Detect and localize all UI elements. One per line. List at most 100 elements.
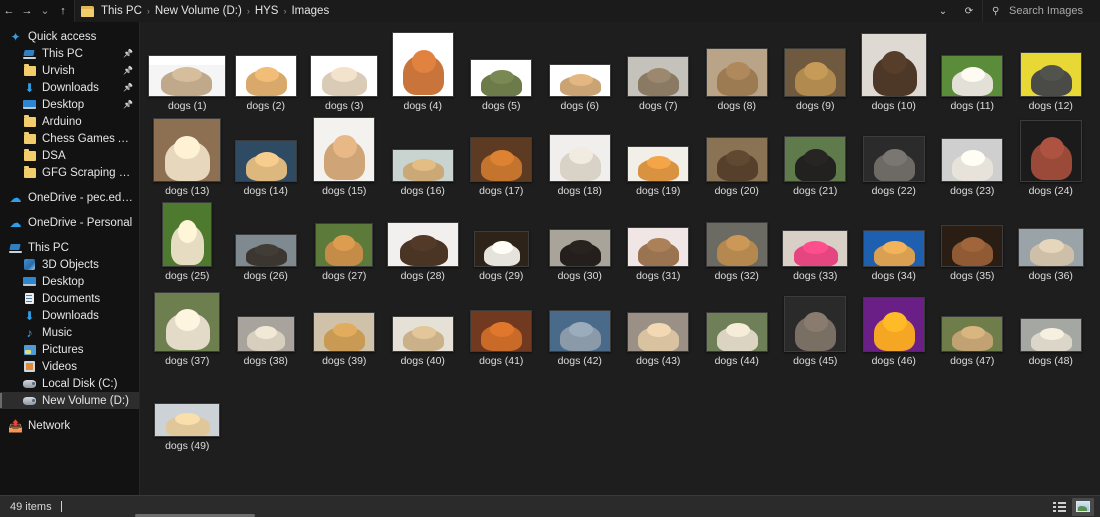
file-tile[interactable]: dogs (8) — [698, 30, 777, 115]
file-tile[interactable]: dogs (44) — [698, 285, 777, 370]
file-tile[interactable]: dogs (43) — [619, 285, 698, 370]
file-tile[interactable]: dogs (21) — [776, 115, 855, 200]
file-tile[interactable]: dogs (12) — [1012, 30, 1091, 115]
file-tile[interactable]: dogs (36) — [1012, 200, 1091, 285]
pictures-icon — [22, 342, 37, 357]
file-thumbnail — [548, 310, 611, 352]
sidebar-item-videos[interactable]: Videos — [0, 358, 139, 375]
file-tile[interactable]: dogs (38) — [227, 285, 306, 370]
sidebar-item-label: Network — [28, 419, 71, 432]
file-tile[interactable]: dogs (28) — [384, 200, 463, 285]
up-one-level-arrow-up-icon[interactable]: ↑ — [54, 0, 72, 22]
pin-icon[interactable]: 📌 — [123, 83, 133, 92]
file-tile[interactable]: dogs (40) — [384, 285, 463, 370]
pin-icon[interactable]: 📌 — [123, 100, 133, 109]
file-thumbnail — [1019, 120, 1082, 182]
search-icon: ⚲ — [992, 5, 1000, 17]
file-tile[interactable]: dogs (32) — [698, 200, 777, 285]
sidebar-item-arduino[interactable]: Arduino — [0, 113, 139, 130]
file-tile[interactable]: dogs (47) — [933, 285, 1012, 370]
file-tile[interactable]: dogs (37) — [148, 285, 227, 370]
file-tile[interactable]: dogs (46) — [855, 285, 934, 370]
file-list-pane[interactable]: dogs (1) dogs (2) dogs (3) dogs (4) dogs (5)… — [140, 22, 1100, 495]
file-tile[interactable]: dogs (33) — [776, 200, 855, 285]
recent-locations-chevron-down-icon[interactable]: ⌄ — [36, 0, 54, 22]
sidebar-item-music[interactable]: ♪ Music — [0, 324, 139, 341]
file-tile[interactable]: dogs (3) — [305, 30, 384, 115]
breadcrumb-item[interactable]: HYS — [251, 0, 283, 22]
file-tile[interactable]: dogs (45) — [776, 285, 855, 370]
forward-icon[interactable]: → — [18, 0, 36, 22]
sidebar-item-desktop[interactable]: Desktop 📌 — [0, 96, 139, 113]
file-thumbnail — [782, 230, 849, 267]
file-tile[interactable]: dogs (29) — [462, 200, 541, 285]
address-bar[interactable]: This PC › New Volume (D:) › HYS › Images ⌄ ⟳ — [74, 0, 982, 22]
sidebar-item-dsa[interactable]: DSA — [0, 147, 139, 164]
sidebar-item-pictures[interactable]: Pictures — [0, 341, 139, 358]
file-tile[interactable]: dogs (9) — [776, 30, 855, 115]
sidebar-item-urvish[interactable]: Urvish 📌 — [0, 62, 139, 79]
sidebar-item-downloads[interactable]: ⬇ Downloads 📌 — [0, 79, 139, 96]
file-tile[interactable]: dogs (27) — [305, 200, 384, 285]
pin-icon[interactable]: 📌 — [123, 49, 133, 58]
file-tile[interactable]: dogs (22) — [855, 115, 934, 200]
file-tile[interactable]: dogs (2) — [227, 30, 306, 115]
file-tile[interactable]: dogs (11) — [933, 30, 1012, 115]
file-tile[interactable]: dogs (13) — [148, 115, 227, 200]
file-tile[interactable]: dogs (35) — [933, 200, 1012, 285]
sidebar-item-chess-games-analysis[interactable]: Chess Games Analysis — [0, 130, 139, 147]
sidebar-item-downloads[interactable]: ⬇ Downloads — [0, 307, 139, 324]
file-tile[interactable]: dogs (23) — [933, 115, 1012, 200]
sidebar-item-network[interactable]: 📤 Network — [0, 417, 139, 434]
thumbnail-container — [933, 32, 1012, 97]
file-tile[interactable]: dogs (42) — [541, 285, 620, 370]
file-tile[interactable]: dogs (26) — [227, 200, 306, 285]
thumbnail-container — [619, 202, 698, 267]
breadcrumb-item[interactable]: New Volume (D:) — [151, 0, 246, 22]
sidebar-item-quick-access[interactable]: ✦ Quick access — [0, 28, 139, 45]
pin-icon[interactable]: 📌 — [123, 66, 133, 75]
sidebar-item-new-volume-d[interactable]: New Volume (D:) — [0, 392, 139, 409]
breadcrumb-item[interactable]: Images — [287, 0, 333, 22]
file-tile[interactable]: dogs (31) — [619, 200, 698, 285]
sidebar-item-3d-objects[interactable]: 3D Objects — [0, 256, 139, 273]
file-tile[interactable]: dogs (48) — [1012, 285, 1091, 370]
file-tile[interactable]: dogs (49) — [148, 370, 227, 455]
sidebar-item-gfg-scraping-reddit[interactable]: GFG Scraping Reddit — [0, 164, 139, 181]
refresh-icon[interactable]: ⟳ — [956, 0, 982, 22]
file-tile[interactable]: dogs (16) — [384, 115, 463, 200]
file-tile[interactable]: dogs (17) — [462, 115, 541, 200]
file-tile[interactable]: dogs (18) — [541, 115, 620, 200]
sidebar-item-onedrive-pec-edu-in[interactable]: ☁ OneDrive - pec.edu.in — [0, 189, 139, 206]
file-tile[interactable]: dogs (34) — [855, 200, 934, 285]
sidebar-item-this-pc[interactable]: This PC — [0, 239, 139, 256]
file-tile[interactable]: dogs (6) — [541, 30, 620, 115]
sidebar-item-this-pc[interactable]: This PC 📌 — [0, 45, 139, 62]
file-tile[interactable]: dogs (7) — [619, 30, 698, 115]
search-input[interactable]: ⚲ Search Images — [982, 0, 1100, 22]
address-history-chevron-down-icon[interactable]: ⌄ — [930, 0, 956, 22]
sidebar-item-local-disk-c[interactable]: Local Disk (C:) — [0, 375, 139, 392]
sidebar-item-onedrive-personal[interactable]: ☁ OneDrive - Personal — [0, 214, 139, 231]
back-icon[interactable]: ← — [0, 0, 18, 22]
file-tile[interactable]: dogs (14) — [227, 115, 306, 200]
file-tile[interactable]: dogs (24) — [1012, 115, 1091, 200]
file-tile[interactable]: dogs (39) — [305, 285, 384, 370]
file-tile[interactable]: dogs (20) — [698, 115, 777, 200]
breadcrumb-item[interactable]: This PC — [97, 0, 146, 22]
file-tile[interactable]: dogs (25) — [148, 200, 227, 285]
sidebar-item-label: DSA — [42, 149, 66, 162]
sidebar-item-documents[interactable]: Documents — [0, 290, 139, 307]
file-tile[interactable]: dogs (19) — [619, 115, 698, 200]
sidebar-item-desktop[interactable]: Desktop — [0, 273, 139, 290]
details-view-icon[interactable] — [1048, 498, 1070, 516]
file-tile[interactable]: dogs (1) — [148, 30, 227, 115]
large-icons-view-icon[interactable] — [1072, 497, 1094, 516]
file-tile[interactable]: dogs (10) — [855, 30, 934, 115]
file-tile[interactable]: dogs (41) — [462, 285, 541, 370]
file-tile[interactable]: dogs (30) — [541, 200, 620, 285]
file-tile[interactable]: dogs (4) — [384, 30, 463, 115]
file-tile[interactable]: dogs (5) — [462, 30, 541, 115]
address-bar-controls: ⌄ ⟳ — [930, 0, 982, 22]
file-tile[interactable]: dogs (15) — [305, 115, 384, 200]
